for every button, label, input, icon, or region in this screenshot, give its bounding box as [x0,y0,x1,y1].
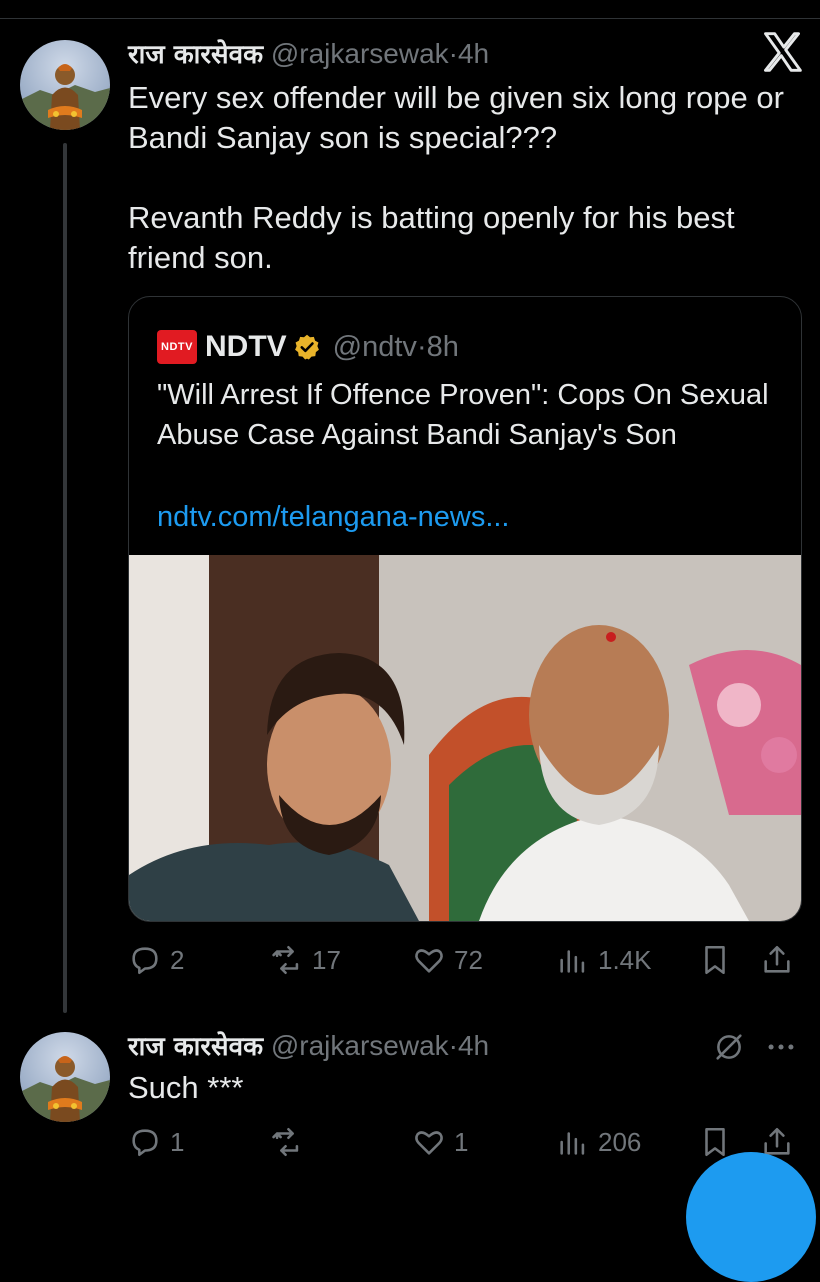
reply-text: Such *** [128,1070,244,1105]
news-photo[interactable] [129,555,801,921]
quote-headline: "Will Arrest If Offence Proven": Cops On… [157,379,769,451]
reply-header: राज कारसेवक @rajkarsewak·4h [128,1030,489,1063]
main-action-bar: 2 17 72 1.4K [128,940,800,980]
quote-header: NDTV NDTV @ndtv·8h [157,327,459,367]
author-name[interactable]: राज कारसेवक [128,40,263,70]
views-icon [560,950,585,973]
reply-author-handle[interactable]: @rajkarsewak [271,1030,449,1061]
reply-reply-count: 1 [170,1126,185,1157]
reply-author-name[interactable]: राज कारसेवक [128,1032,263,1062]
reply-action-bar: 1 1 206 [128,1122,800,1162]
like-icon [415,949,443,973]
reply-count: 2 [170,944,185,975]
quote-card[interactable]: NDTV NDTV @ndtv·8h "Will Arrest If Offen… [128,296,802,922]
reply-like-count: 1 [454,1126,469,1157]
reply-timestamp[interactable]: 4h [458,1030,489,1061]
reply-like-button[interactable]: 1 [412,1122,468,1162]
like-count: 72 [454,944,483,975]
tweet-text: Every sex offender will be given six lon… [128,80,784,275]
views-button[interactable]: 1.4K [556,940,652,980]
repost-button[interactable]: 17 [270,940,341,980]
bookmark-icon [705,1127,725,1157]
repost-icon [272,945,299,975]
avatar[interactable] [20,40,110,130]
repost-count: 17 [312,944,341,975]
quote-link[interactable]: ndtv.com/telangana-news... [157,501,510,534]
x-logo-icon[interactable] [760,30,804,74]
bookmark-icon [705,945,725,975]
separator: · [448,38,458,69]
reply-separator: · [448,1030,458,1061]
thread-line [63,143,67,1013]
reply-reply-button[interactable]: 1 [128,1122,184,1162]
more-icon[interactable] [764,1030,798,1064]
reply-views-count: 206 [598,1126,642,1157]
reply-views-button[interactable]: 206 [556,1122,641,1162]
like-icon [415,1131,443,1155]
views-icon [560,1132,585,1155]
author-handle[interactable]: @rajkarsewak [271,38,449,69]
tweet-header: राज कारसेवक @rajkarsewak·4h [128,38,489,71]
bookmark-button[interactable] [698,940,740,980]
ndtv-avatar[interactable]: NDTV [157,330,197,364]
quote-handle-text[interactable]: @ndtv [333,331,417,363]
top-divider [0,0,820,19]
views-count: 1.4K [598,944,652,975]
share-icon [764,945,790,973]
share-button[interactable] [760,940,802,980]
compose-button[interactable] [686,1152,816,1282]
timestamp[interactable]: 4h [458,38,489,69]
repost-icon [272,1127,299,1157]
verified-icon [294,334,319,360]
quote-separator: · [416,330,427,363]
grok-icon[interactable] [712,1030,746,1064]
quote-handle: @ndtv·8h [333,331,459,364]
quote-timestamp[interactable]: 8h [427,331,459,363]
like-button[interactable]: 72 [412,940,483,980]
reply-button[interactable]: 2 [128,940,184,980]
reply-repost-button[interactable] [270,1122,312,1162]
reply-avatar[interactable] [20,1032,110,1122]
reply-icon [132,947,158,975]
quote-author-name[interactable]: NDTV [205,330,287,364]
reply-icon [132,1129,158,1157]
